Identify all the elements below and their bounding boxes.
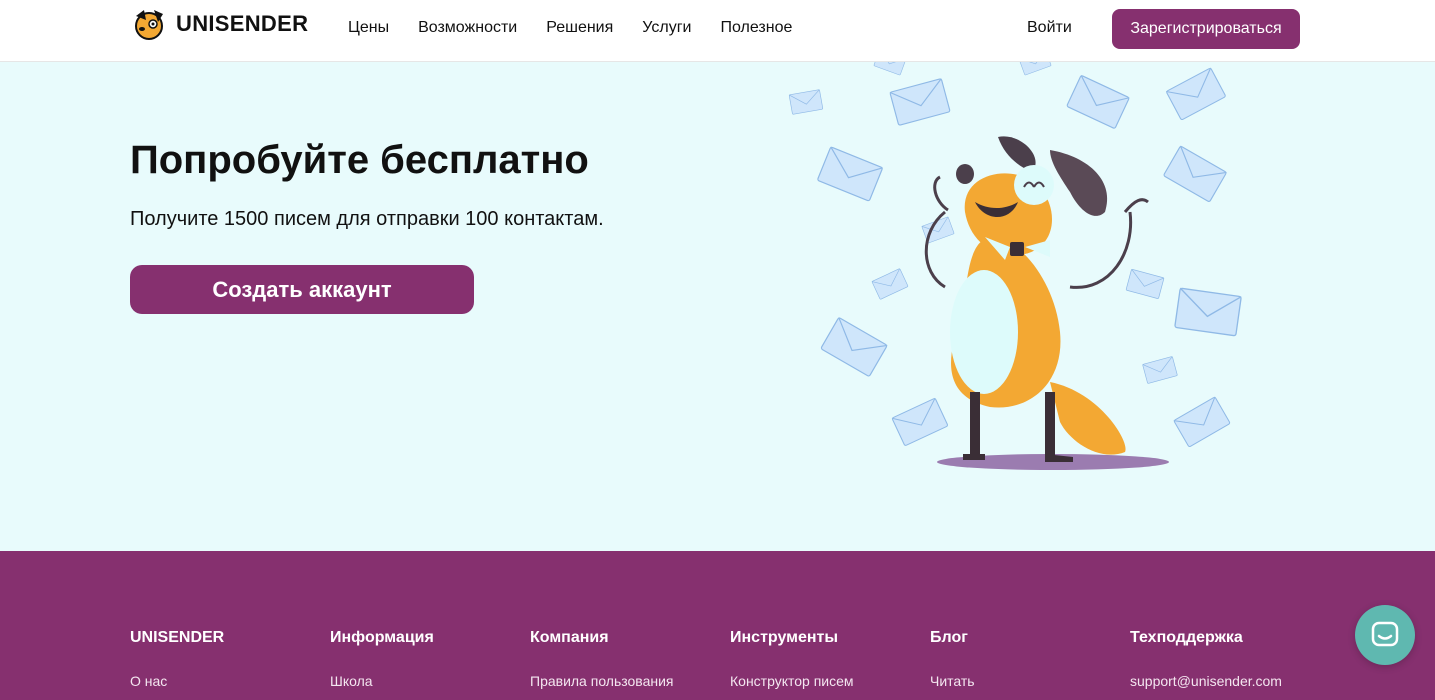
footer-link-read[interactable]: Читать bbox=[930, 673, 1120, 689]
footer-column-title: UNISENDER bbox=[130, 629, 225, 646]
hero-section: Попробуйте бесплатно Получите 1500 писем… bbox=[0, 62, 1435, 551]
dog-logo-icon bbox=[135, 10, 163, 40]
footer-column-title: Компания bbox=[530, 629, 609, 646]
footer-link-support-email[interactable]: support@unisender.com bbox=[1130, 673, 1320, 689]
logo-text: UNISENDER bbox=[176, 11, 309, 36]
footer-column-title: Техподдержка bbox=[1130, 629, 1243, 646]
site-header: UNISENDER Цены Возможности Решения Услуг… bbox=[0, 0, 1435, 62]
footer-link-school[interactable]: Школа bbox=[330, 673, 520, 689]
nav-item-useful[interactable]: Полезное bbox=[720, 19, 792, 37]
main-nav: Цены Возможности Решения Услуги Полезное bbox=[348, 19, 821, 37]
footer-column-company: Компания Правила пользования bbox=[530, 629, 720, 689]
hero-title: Попробуйте бесплатно bbox=[130, 138, 589, 182]
footer-column-info: Информация Школа bbox=[330, 629, 520, 689]
footer-column-title: Информация bbox=[330, 629, 434, 646]
footer-column-title: Блог bbox=[930, 629, 968, 646]
hero-subtitle: Получите 1500 писем для отправки 100 кон… bbox=[130, 208, 604, 230]
nav-item-solutions[interactable]: Решения bbox=[546, 19, 613, 37]
footer-column-tools: Инструменты Конструктор писем bbox=[730, 629, 920, 689]
footer-link-about[interactable]: О нас bbox=[130, 673, 320, 689]
footer-link-email-builder[interactable]: Конструктор писем bbox=[730, 673, 920, 689]
footer-link-terms[interactable]: Правила пользования bbox=[530, 673, 720, 689]
happy-dog-with-envelopes-illustration bbox=[788, 62, 1242, 470]
nav-item-features[interactable]: Возможности bbox=[418, 19, 517, 37]
footer-column-title: Инструменты bbox=[730, 629, 839, 646]
footer-column-support: Техподдержка support@unisender.com bbox=[1130, 629, 1320, 689]
login-link[interactable]: Войти bbox=[1027, 19, 1072, 37]
footer-column-blog: Блог Читать bbox=[930, 629, 1120, 689]
nav-item-services[interactable]: Услуги bbox=[642, 19, 691, 37]
site-footer: UNISENDER О нас Информация Школа Компани… bbox=[0, 551, 1435, 700]
footer-column-unisender: UNISENDER О нас bbox=[130, 629, 320, 689]
chat-widget-button[interactable] bbox=[1355, 605, 1415, 665]
chat-bubble-icon bbox=[1371, 621, 1399, 647]
create-account-button[interactable]: Создать аккаунт bbox=[130, 265, 474, 314]
signup-button[interactable]: Зарегистрироваться bbox=[1112, 9, 1300, 49]
dog-illustration bbox=[924, 136, 1169, 470]
logo[interactable]: UNISENDER bbox=[130, 4, 308, 44]
nav-item-prices[interactable]: Цены bbox=[348, 19, 389, 37]
